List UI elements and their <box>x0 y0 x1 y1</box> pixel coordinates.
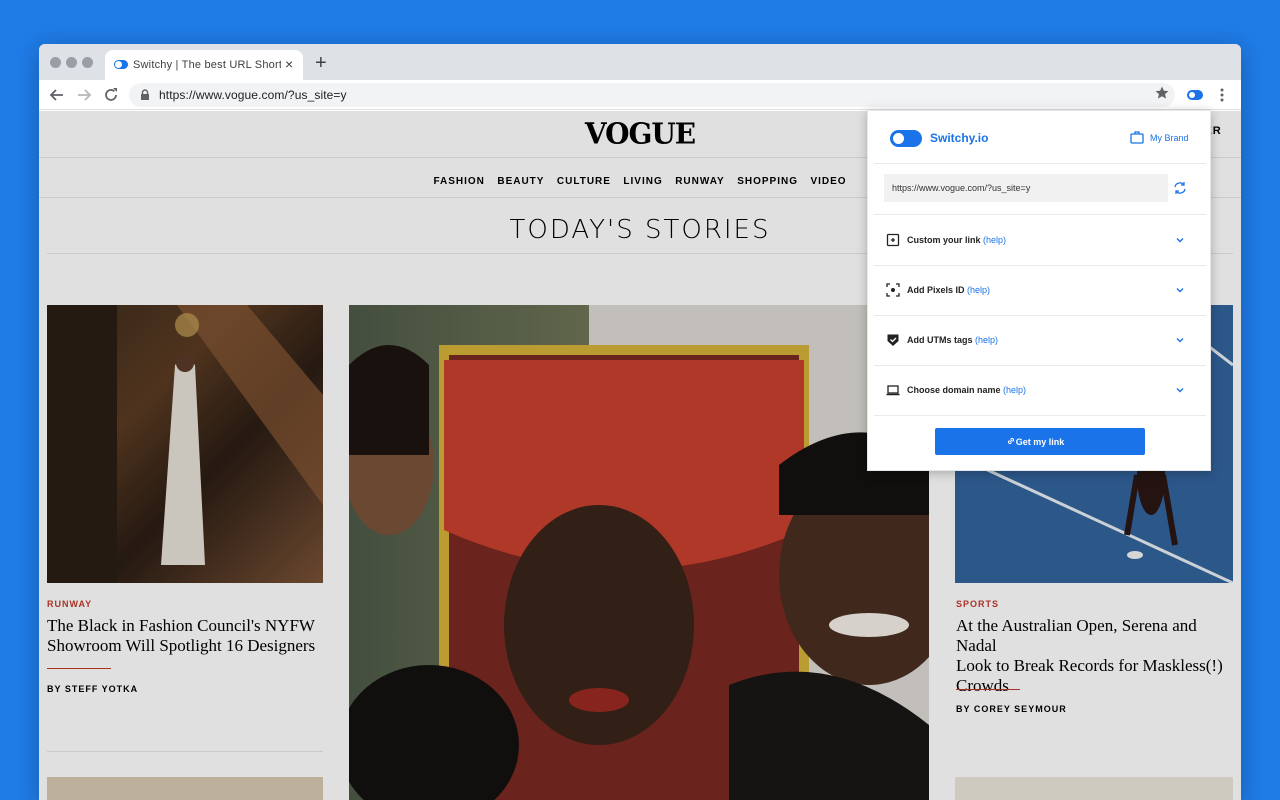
browser-menu-icon[interactable] <box>1216 86 1228 104</box>
chevron-down-icon[interactable] <box>1174 284 1186 296</box>
url-text: https://www.vogue.com/?us_site=y <box>159 88 347 102</box>
get-my-link-label: Get my link <box>1015 437 1065 447</box>
address-bar[interactable]: https://www.vogue.com/?us_site=y <box>129 83 1175 107</box>
shield-check-icon <box>887 334 899 346</box>
popup-divider <box>874 163 1206 164</box>
pixel-icon <box>886 283 900 297</box>
popup-url-field[interactable]: https://www.vogue.com/?us_site=y <box>884 174 1168 202</box>
browser-tab[interactable]: Switchy | The best URL Shortener × <box>105 50 303 80</box>
my-brand-button[interactable]: My Brand <box>1130 130 1189 146</box>
close-window-button[interactable] <box>50 57 61 68</box>
help-link[interactable]: (help) <box>1003 385 1026 395</box>
minimize-window-button[interactable] <box>66 57 77 68</box>
switchy-extension-icon[interactable] <box>1187 90 1203 100</box>
domain-row[interactable]: Choose domain name (help) <box>874 365 1206 415</box>
tab-title: Switchy | The best URL Shortener <box>133 59 281 71</box>
popup-divider <box>874 415 1206 416</box>
help-link[interactable]: (help) <box>975 335 998 345</box>
my-brand-label: My Brand <box>1150 133 1189 143</box>
back-arrow-icon[interactable] <box>47 85 67 105</box>
row-label: Choose domain name <box>907 385 1001 395</box>
switchy-popup: Switchy.io My Brand https://www.vogue.co… <box>867 110 1211 471</box>
custom-link-icon <box>886 233 900 247</box>
utm-row[interactable]: Add UTMs tags (help) <box>874 315 1206 365</box>
reload-icon[interactable] <box>101 85 121 105</box>
popup-url-text: https://www.vogue.com/?us_site=y <box>892 183 1031 193</box>
switchy-brand-name: Switchy.io <box>930 131 989 145</box>
chevron-down-icon[interactable] <box>1174 234 1186 246</box>
chevron-down-icon[interactable] <box>1174 384 1186 396</box>
row-label: Custom your link <box>907 235 981 245</box>
help-link[interactable]: (help) <box>967 285 990 295</box>
row-label: Add UTMs tags <box>907 335 973 345</box>
switchy-logo-toggle-icon <box>890 130 922 147</box>
lock-icon <box>141 89 149 100</box>
switchy-favicon-icon <box>114 60 128 69</box>
bookmark-star-icon[interactable] <box>1154 85 1170 101</box>
laptop-icon <box>886 385 900 396</box>
forward-arrow-icon[interactable] <box>74 85 94 105</box>
row-label: Add Pixels ID <box>907 285 965 295</box>
custom-link-row[interactable]: Custom your link (help) <box>874 215 1206 265</box>
pixels-row[interactable]: Add Pixels ID (help) <box>874 265 1206 315</box>
get-my-link-button[interactable]: Get my link <box>935 428 1145 455</box>
help-link[interactable]: (help) <box>983 235 1006 245</box>
briefcase-icon <box>1130 131 1144 144</box>
tab-close-icon[interactable]: × <box>285 56 293 72</box>
maximize-window-button[interactable] <box>82 57 93 68</box>
browser-window: Switchy | The best URL Shortener × + htt… <box>39 44 1241 800</box>
refresh-icon[interactable] <box>1172 180 1188 196</box>
tab-strip: Switchy | The best URL Shortener × + <box>39 44 1241 80</box>
chevron-down-icon[interactable] <box>1174 334 1186 346</box>
browser-toolbar: https://www.vogue.com/?us_site=y <box>39 80 1241 110</box>
new-tab-button[interactable]: + <box>315 53 327 73</box>
